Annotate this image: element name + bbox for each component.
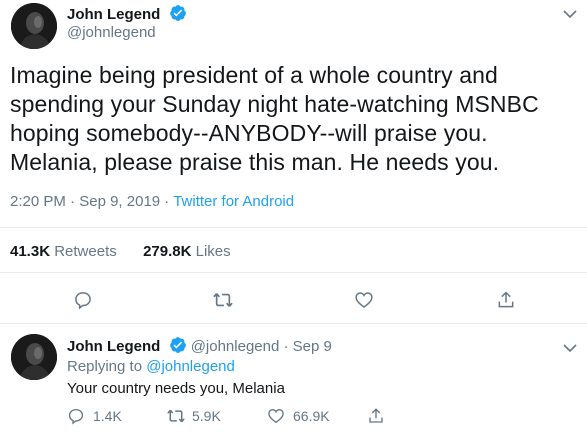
retweets-label: Retweets bbox=[54, 243, 117, 260]
replying-to-prefix: Replying to bbox=[67, 358, 143, 375]
tweet-date[interactable]: Sep 9, 2019 bbox=[79, 193, 160, 210]
reply-author-handle[interactable]: @johnlegend bbox=[191, 338, 280, 355]
likes-stat[interactable]: 279.8K Likes bbox=[143, 243, 231, 260]
tweet-stats: 41.3K Retweets 279.8K Likes bbox=[10, 243, 231, 260]
reply-options-chevron-down-icon[interactable] bbox=[563, 340, 577, 358]
reply-count: 1.4K bbox=[93, 408, 122, 424]
replying-to-handle[interactable]: @johnlegend bbox=[146, 358, 235, 375]
retweet-count: 5.9K bbox=[192, 408, 221, 424]
tweet-source-link[interactable]: Twitter for Android bbox=[173, 193, 294, 210]
likes-label: Likes bbox=[195, 243, 231, 260]
tweet-text-line: Imagine being president of a whole count… bbox=[10, 62, 498, 88]
divider bbox=[0, 227, 587, 228]
author-name-row: John Legend bbox=[67, 4, 187, 23]
reply-text: Your country needs you, Melania bbox=[67, 380, 285, 397]
divider bbox=[0, 272, 587, 273]
reply-author-name[interactable]: John Legend bbox=[67, 338, 160, 355]
like-count: 66.9K bbox=[293, 408, 330, 424]
reply-date[interactable]: Sep 9 bbox=[293, 338, 332, 355]
verified-badge-icon bbox=[169, 4, 187, 22]
retweet-icon[interactable] bbox=[166, 407, 186, 425]
reply-action-reply[interactable]: 1.4K bbox=[67, 406, 122, 426]
like-icon[interactable] bbox=[267, 407, 285, 425]
meta-separator: · bbox=[283, 338, 289, 355]
author-name[interactable]: John Legend bbox=[67, 6, 160, 23]
author-avatar[interactable] bbox=[11, 3, 57, 49]
replying-to-line: Replying to @johnlegend bbox=[67, 358, 235, 375]
like-icon[interactable] bbox=[354, 290, 374, 310]
meta-separator: · bbox=[164, 193, 170, 210]
likes-count: 279.8K bbox=[143, 243, 192, 260]
reply-action-retweet[interactable]: 5.9K bbox=[166, 406, 221, 426]
divider bbox=[0, 323, 587, 324]
reply-author-avatar[interactable] bbox=[11, 334, 57, 380]
verified-badge-icon bbox=[169, 336, 187, 354]
tweet-text-line: hoping somebody--ANYBODY--will praise yo… bbox=[10, 120, 488, 146]
tweet-text: Imagine being president of a whole count… bbox=[10, 61, 580, 177]
retweets-count: 41.3K bbox=[10, 243, 51, 260]
reply-icon[interactable] bbox=[73, 290, 93, 310]
tweet-text-line: Melania, please praise this man. He need… bbox=[10, 149, 500, 175]
tweet-options-chevron-down-icon[interactable] bbox=[563, 6, 577, 24]
retweet-icon[interactable] bbox=[212, 290, 234, 310]
reply-icon[interactable] bbox=[67, 407, 85, 425]
tweet-meta: 2:20 PM · Sep 9, 2019 · Twitter for Andr… bbox=[10, 193, 294, 210]
reply-header: John Legend @johnlegend · Sep 9 bbox=[67, 336, 332, 355]
retweets-stat[interactable]: 41.3K Retweets bbox=[10, 243, 117, 260]
share-icon[interactable] bbox=[496, 289, 516, 311]
author-handle[interactable]: @johnlegend bbox=[67, 24, 156, 41]
tweet-text-line: spending your Sunday night hate-watching… bbox=[10, 91, 539, 117]
reply-action-like[interactable]: 66.9K bbox=[267, 406, 330, 426]
meta-separator: · bbox=[70, 193, 76, 210]
share-icon[interactable] bbox=[367, 406, 385, 426]
tweet-time[interactable]: 2:20 PM bbox=[10, 193, 66, 210]
